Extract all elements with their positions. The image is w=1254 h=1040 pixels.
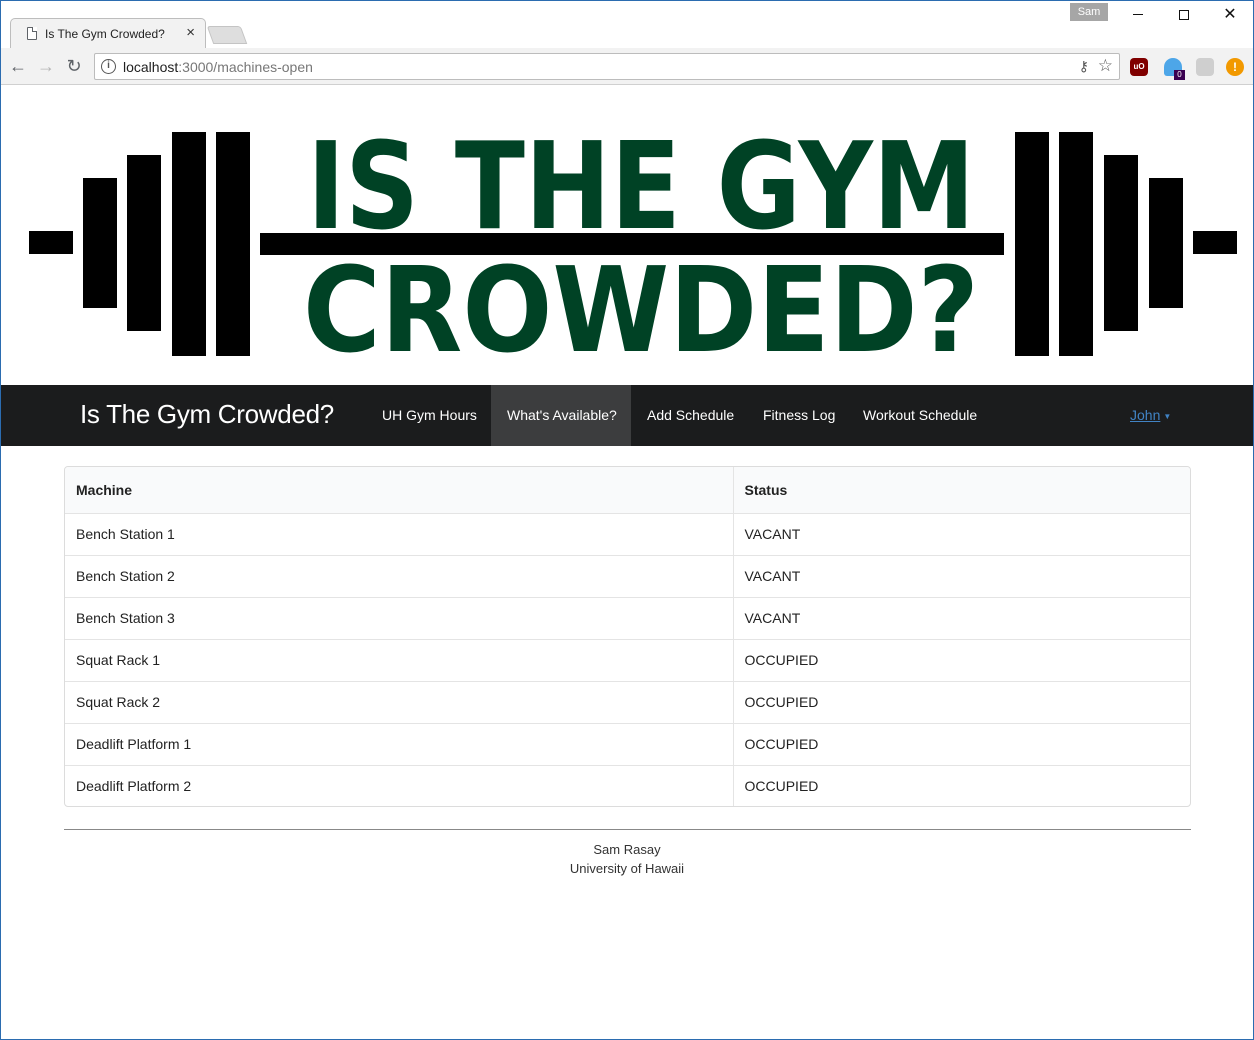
url-text[interactable]: localhost:3000/machines-open xyxy=(123,59,313,75)
tab-title: Is The Gym Crowded? xyxy=(45,27,165,41)
nav-uh-gym-hours[interactable]: UH Gym Hours xyxy=(366,385,493,446)
browser-toolbar: ← → ↻ i localhost:3000/machines-open ⚷ ☆… xyxy=(0,48,1254,85)
banner-line2: CROWDED? xyxy=(303,241,979,379)
table-row: Deadlift Platform 2 OCCUPIED xyxy=(65,764,1190,806)
header-machine: Machine xyxy=(65,467,734,513)
back-arrow-icon[interactable]: ← xyxy=(8,56,28,76)
nav-add-schedule[interactable]: Add Schedule xyxy=(631,385,750,446)
status-cell: OCCUPIED xyxy=(733,764,1190,806)
machines-table: Machine Status Bench Station 1 VACANT Be… xyxy=(64,466,1191,807)
browser-titlebar: Is The Gym Crowded? × Sam ✕ xyxy=(0,0,1254,48)
header-status: Status xyxy=(744,481,788,498)
maximize-icon xyxy=(1179,9,1189,20)
maximize-button[interactable] xyxy=(1162,4,1206,26)
page-icon xyxy=(27,27,37,40)
ublock-icon[interactable]: uO xyxy=(1130,58,1148,76)
new-tab-button[interactable] xyxy=(206,26,248,44)
table-row: Bench Station 2 VACANT xyxy=(65,554,1190,597)
user-name: John xyxy=(1130,407,1161,423)
table-row: Squat Rack 1 OCCUPIED xyxy=(65,638,1190,681)
minimize-icon xyxy=(1133,14,1143,16)
key-icon[interactable]: ⚷ xyxy=(1079,58,1089,75)
footer: Sam Rasay University of Hawaii xyxy=(0,840,1254,878)
url-path: :3000/machines-open xyxy=(178,59,313,75)
chevron-down-icon: ▼ xyxy=(1163,411,1172,421)
footer-org: University of Hawaii xyxy=(569,861,685,876)
status-cell: OCCUPIED xyxy=(733,722,1190,765)
machine-cell: Bench Station 2 xyxy=(65,554,734,597)
minimize-button[interactable] xyxy=(1116,4,1160,26)
barbell-logo-graphic: IS THE GYM CROWDED? xyxy=(29,118,1237,379)
machine-cell: Squat Rack 2 xyxy=(65,680,734,723)
warning-icon[interactable]: ! xyxy=(1226,58,1244,76)
tab-close-icon[interactable]: × xyxy=(186,24,195,42)
forward-arrow-icon[interactable]: → xyxy=(36,56,56,76)
banner-logo: IS THE GYM CROWDED? xyxy=(1,86,1253,385)
status-cell: OCCUPIED xyxy=(733,638,1190,681)
status-cell: VACANT xyxy=(733,554,1190,597)
table-row: Bench Station 1 VACANT xyxy=(65,512,1190,555)
machine-cell: Bench Station 3 xyxy=(65,596,734,639)
banner-line1: IS THE GYM xyxy=(307,118,975,257)
status-cell: VACANT xyxy=(733,512,1190,555)
table-row: Bench Station 3 VACANT xyxy=(65,596,1190,639)
ghostery-badge: 0 xyxy=(1174,70,1185,80)
footer-divider xyxy=(64,829,1191,830)
reload-icon[interactable]: ↻ xyxy=(64,56,84,76)
chat-extension-icon[interactable] xyxy=(1196,58,1214,76)
star-icon[interactable]: ☆ xyxy=(1098,56,1113,76)
profile-badge[interactable]: Sam xyxy=(1070,3,1108,21)
table-row: Deadlift Platform 1 OCCUPIED xyxy=(65,722,1190,765)
footer-name: Sam Rasay xyxy=(593,842,661,857)
table-header-row: Machine Status xyxy=(65,467,1190,513)
nav-fitness-log[interactable]: Fitness Log xyxy=(747,385,851,446)
info-icon[interactable]: i xyxy=(101,59,116,74)
machine-cell: Deadlift Platform 1 xyxy=(65,722,734,765)
top-navbar: Is The Gym Crowded? UH Gym Hours What's … xyxy=(1,385,1253,446)
close-window-button[interactable]: ✕ xyxy=(1208,4,1252,26)
machine-cell: Squat Rack 1 xyxy=(65,638,734,681)
nav-workout-schedule[interactable]: Workout Schedule xyxy=(847,385,993,446)
user-dropdown[interactable]: John ▼ xyxy=(1130,407,1171,423)
address-bar[interactable]: i localhost:3000/machines-open ⚷ ☆ xyxy=(94,53,1120,80)
browser-tab[interactable]: Is The Gym Crowded? × xyxy=(10,18,206,48)
nav-whats-available[interactable]: What's Available? xyxy=(491,385,631,446)
status-cell: VACANT xyxy=(733,596,1190,639)
brand-title[interactable]: Is The Gym Crowded? xyxy=(80,399,334,430)
table-row: Squat Rack 2 OCCUPIED xyxy=(65,680,1190,723)
machine-cell: Deadlift Platform 2 xyxy=(65,764,734,806)
status-cell: OCCUPIED xyxy=(733,680,1190,723)
url-host: localhost xyxy=(123,59,179,75)
machine-cell: Bench Station 1 xyxy=(65,512,734,555)
